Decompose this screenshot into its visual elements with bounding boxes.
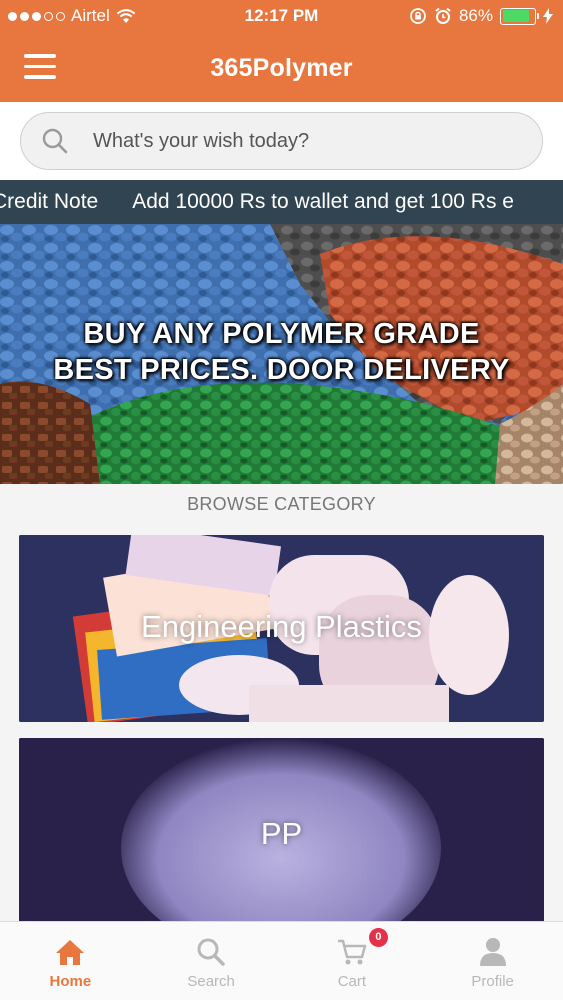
tab-profile[interactable]: Profile	[422, 922, 563, 1000]
profile-icon	[479, 938, 506, 966]
marquee-item: Credit Note	[0, 190, 99, 213]
browse-category-heading: BROWSE CATEGORY	[187, 494, 376, 514]
search-icon	[42, 128, 68, 154]
tab-label: Home	[49, 973, 92, 990]
rotation-lock-icon	[410, 8, 426, 24]
banner-subheadline: BEST PRICES. DOOR DELIVERY	[53, 354, 510, 386]
category-label: PP	[260, 816, 303, 851]
marquee-item: Add 10000 Rs to wallet and get 100 Rs e	[132, 190, 514, 213]
tab-label: Search	[187, 973, 235, 990]
category-card-pp[interactable]: PP	[19, 738, 544, 922]
promo-banner[interactable]: BUY ANY POLYMER GRADE BEST PRICES. DOOR …	[0, 224, 563, 484]
home-icon	[56, 940, 85, 965]
status-right: 86%	[409, 6, 553, 26]
marquee-track: Credit Note Add 10000 Rs to wallet and g…	[0, 190, 514, 214]
app-header: 365Polymer	[0, 34, 563, 102]
battery-icon	[500, 7, 539, 25]
cart-count-badge: 0	[368, 928, 388, 947]
category-label: Engineering Plastics	[141, 609, 422, 644]
search-section	[0, 102, 563, 180]
promo-marquee: Credit Note Add 10000 Rs to wallet and g…	[0, 180, 563, 224]
charging-bolt-icon	[543, 8, 553, 24]
tab-search[interactable]: Search	[141, 922, 282, 1000]
bottom-tab-bar: Home Search 0 Cart Profile	[0, 921, 563, 1000]
status-bar: Airtel 12:17 PM 86%	[0, 0, 563, 34]
tab-label: Cart	[337, 973, 367, 990]
cart-icon	[337, 939, 367, 965]
app-title: 365Polymer	[210, 54, 353, 82]
battery-fill	[502, 10, 530, 22]
search-icon	[197, 938, 225, 966]
banner-headline: BUY ANY POLYMER GRADE	[83, 318, 480, 350]
alarm-icon	[435, 7, 451, 24]
search-bar[interactable]	[20, 112, 543, 170]
top-bar: Airtel 12:17 PM 86% 365Polymer	[0, 0, 563, 102]
search-input[interactable]	[93, 125, 523, 157]
battery-percent: 86%	[458, 6, 493, 25]
tab-label: Profile	[471, 973, 514, 990]
tab-home[interactable]: Home	[0, 922, 141, 1000]
tab-cart[interactable]: 0 Cart	[282, 922, 423, 1000]
category-card-engineering-plastics[interactable]: Engineering Plastics	[19, 535, 544, 722]
